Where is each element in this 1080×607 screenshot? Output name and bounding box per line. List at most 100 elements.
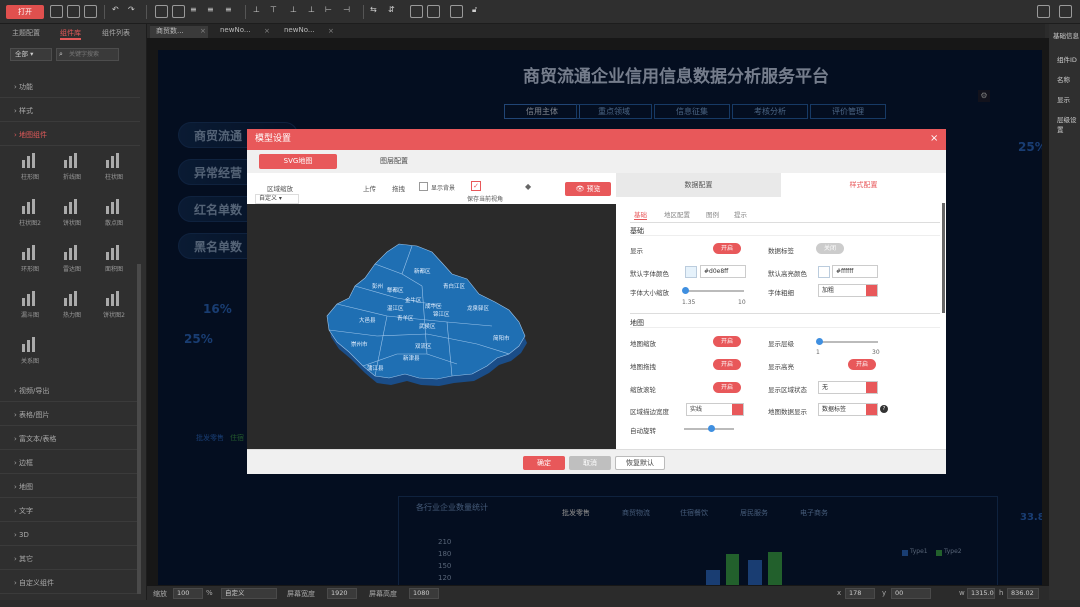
category-3d[interactable]: › 3D: [0, 524, 140, 546]
h-input[interactable]: 836.02: [1007, 588, 1039, 599]
chart-type-icon[interactable]: [104, 290, 123, 306]
tab-data-config[interactable]: 数据配置: [616, 173, 781, 197]
reset-button[interactable]: 恢复默认: [615, 456, 665, 470]
x-input[interactable]: 178: [845, 588, 875, 599]
show-toggle[interactable]: 开启: [713, 243, 741, 254]
menu-icon[interactable]: [1059, 5, 1072, 18]
ungroup-icon[interactable]: [427, 5, 440, 18]
close-icon[interactable]: ×: [200, 27, 206, 35]
category-map[interactable]: › 地图: [0, 476, 140, 498]
search-input[interactable]: 关键字搜索: [56, 48, 119, 61]
flip-h-icon[interactable]: ⇆: [370, 5, 383, 18]
subtab[interactable]: 图例: [706, 209, 719, 219]
chart-type-icon[interactable]: [104, 244, 123, 260]
subtab[interactable]: 地区配置: [664, 209, 690, 219]
category-table-image[interactable]: › 表格/图片: [0, 404, 140, 426]
close-icon[interactable]: ×: [930, 133, 938, 144]
cancel-button[interactable]: 取消: [569, 456, 611, 470]
mode-select[interactable]: 自定义: [221, 588, 277, 599]
help-icon[interactable]: ?: [880, 405, 888, 413]
align-top-icon[interactable]: ⊤: [270, 5, 283, 18]
font-weight-select[interactable]: 加粗: [818, 284, 878, 297]
wheel-zoom-toggle[interactable]: 开启: [713, 382, 741, 393]
chart-type-icon[interactable]: [62, 290, 81, 306]
keep-view-checkbox[interactable]: ✓: [471, 181, 481, 191]
category-custom[interactable]: › 自定义组件: [0, 572, 140, 594]
color-swatch[interactable]: [818, 266, 830, 278]
filter-select[interactable]: 全部 ▾: [10, 48, 52, 61]
doc-tab[interactable]: newNo...: [278, 26, 315, 38]
text-icon[interactable]: [155, 5, 168, 18]
category-border[interactable]: › 边框: [0, 452, 140, 474]
chart-type-icon[interactable]: [62, 152, 81, 168]
align-right-edge-icon[interactable]: ⊣: [343, 5, 356, 18]
chart-type-icon[interactable]: [20, 152, 39, 168]
font-scale-slider[interactable]: [682, 287, 744, 294]
tab-svg-map[interactable]: SVG地图: [259, 154, 337, 169]
upload-button[interactable]: 上传: [363, 183, 376, 193]
confirm-button[interactable]: 确定: [523, 456, 565, 470]
distribute-icon[interactable]: ⊥: [253, 5, 266, 18]
chart-type-icon[interactable]: [104, 198, 123, 214]
drag-button[interactable]: 拖拽: [392, 183, 405, 193]
tab-component-list[interactable]: 组件列表: [102, 28, 130, 40]
font-icon[interactable]: [172, 5, 185, 18]
export-icon[interactable]: [84, 5, 97, 18]
highlight-toggle[interactable]: 开启: [848, 359, 876, 370]
map-preview[interactable]: 新都区 青白江区 郫都区 彭州 温江区 成华区 金牛区 武侯区 锦江区 青羊区 龙泉驿区 双流区 大邑县…: [247, 204, 616, 449]
open-button[interactable]: 打开: [6, 5, 44, 19]
align-middle-icon[interactable]: ⊥: [290, 5, 303, 18]
color-swatch[interactable]: [685, 266, 697, 278]
subtab[interactable]: 基础: [634, 209, 647, 220]
align-left-icon[interactable]: ≡: [190, 5, 203, 18]
chart-type-icon[interactable]: [62, 198, 81, 214]
color-input[interactable]: #ffffff: [832, 265, 878, 278]
category-text[interactable]: › 文字: [0, 500, 140, 522]
preview-button[interactable]: 👁 预览: [565, 182, 611, 196]
depth-slider[interactable]: [816, 338, 878, 345]
undo-icon[interactable]: ↶: [112, 5, 125, 18]
category-map-components[interactable]: › 地图组件: [0, 124, 140, 146]
chart-type-icon[interactable]: [20, 336, 39, 352]
chengdu-map[interactable]: [326, 243, 526, 380]
category-style[interactable]: › 样式: [0, 100, 140, 122]
width-input[interactable]: 1920: [327, 588, 357, 599]
map-drag-toggle[interactable]: 开启: [713, 359, 741, 370]
save-as-icon[interactable]: [67, 5, 80, 18]
settings-scrollbar[interactable]: [942, 203, 945, 313]
y-input[interactable]: 00: [891, 588, 931, 599]
zoom-input[interactable]: 100: [173, 588, 203, 599]
chart-type-icon[interactable]: [62, 244, 81, 260]
custom-select[interactable]: 自定义 ▾: [255, 194, 299, 204]
subtab[interactable]: 提示: [734, 209, 747, 219]
tab-layer-config[interactable]: 图层配置: [355, 154, 433, 169]
tab-components[interactable]: 组件库: [60, 28, 81, 40]
align-center-icon[interactable]: ≡: [207, 5, 220, 18]
tab-theme[interactable]: 主题配置: [12, 28, 40, 40]
region-state-select[interactable]: 无: [818, 381, 878, 394]
rotate-slider[interactable]: [684, 425, 734, 432]
chart-type-icon[interactable]: [104, 152, 123, 168]
chart-type-icon[interactable]: [20, 198, 39, 214]
align-right-icon[interactable]: ≡: [225, 5, 238, 18]
close-icon[interactable]: ×: [328, 27, 334, 35]
map-data-select[interactable]: 数据标签: [818, 403, 878, 416]
redo-icon[interactable]: ↷: [128, 5, 141, 18]
stroke-width-select[interactable]: 实线: [686, 403, 744, 416]
height-input[interactable]: 1080: [409, 588, 439, 599]
category-other[interactable]: › 其它: [0, 548, 140, 570]
category-richtext[interactable]: › 富文本/表格: [0, 428, 140, 450]
screen-icon[interactable]: [1037, 5, 1050, 18]
align-bottom-icon[interactable]: ⊥: [308, 5, 321, 18]
w-input[interactable]: 1315.0: [967, 588, 995, 599]
left-scrollbar[interactable]: [137, 264, 141, 594]
category-video[interactable]: › 视频/导出: [0, 380, 140, 402]
flip-v-icon[interactable]: ⇵: [388, 5, 401, 18]
map-zoom-toggle[interactable]: 开启: [713, 336, 741, 347]
doc-tab[interactable]: newNo...: [214, 26, 251, 38]
tab-style-config[interactable]: 样式配置: [781, 173, 946, 197]
data-label-toggle[interactable]: 关闭: [816, 243, 844, 254]
lock-icon[interactable]: [450, 5, 463, 18]
category-function[interactable]: › 功能: [0, 76, 140, 98]
show-bg-checkbox[interactable]: [419, 182, 428, 191]
